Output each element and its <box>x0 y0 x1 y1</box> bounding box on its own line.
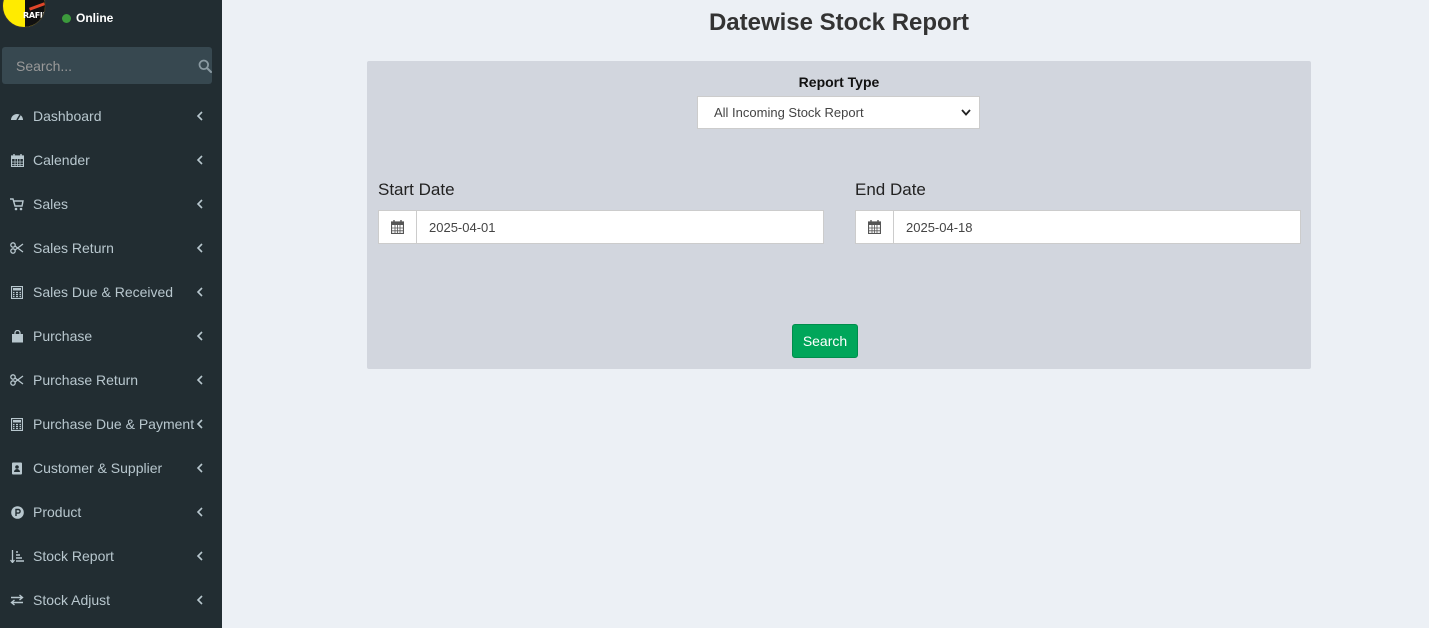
report-filter-panel: Report Type All Incoming Stock Report St… <box>367 61 1311 369</box>
chevron-left-icon <box>196 595 204 605</box>
sidebar-item-label: Sales <box>33 196 69 212</box>
search-icon <box>198 59 212 73</box>
chevron-left-icon <box>196 199 204 209</box>
calculator-icon <box>10 285 24 299</box>
dashboard-icon <box>10 109 24 123</box>
calendar-icon <box>868 220 881 234</box>
status-label: Online <box>76 11 114 25</box>
end-date-label: End Date <box>855 180 926 199</box>
start-date-calendar-addon[interactable] <box>379 211 417 243</box>
start-date-input[interactable] <box>417 211 823 243</box>
online-status-icon <box>62 13 71 23</box>
sidebar-item-label: Sales Due & Received <box>33 284 174 300</box>
shopping-bag-icon <box>10 329 24 343</box>
sidebar: RAFIN Online Dashboard Calender <box>0 0 222 628</box>
report-type-label: Report Type <box>798 74 880 90</box>
calculator-icon <box>10 417 24 431</box>
chevron-left-icon <box>196 419 204 429</box>
sidebar-item-label: Product <box>33 504 82 520</box>
calendar-icon <box>391 220 404 234</box>
scissors-icon <box>10 373 24 387</box>
sidebar-item-sales-due-received[interactable]: Sales Due & Received <box>0 270 222 314</box>
product-p-icon <box>10 505 24 519</box>
avatar[interactable]: RAFIN <box>2 0 46 28</box>
page-title: Datewise Stock Report <box>708 9 970 36</box>
end-date-group <box>855 210 1301 244</box>
sidebar-item-customer-supplier[interactable]: Customer & Supplier <box>0 446 222 490</box>
sidebar-item-sales-return[interactable]: Sales Return <box>0 226 222 270</box>
report-type-selected-value: All Incoming Stock Report <box>714 105 864 120</box>
chevron-left-icon <box>196 111 204 121</box>
user-status: Online <box>62 11 113 25</box>
sidebar-item-stock-adjust[interactable]: Stock Adjust <box>0 578 222 622</box>
sidebar-item-sales[interactable]: Sales <box>0 182 222 226</box>
chevron-down-icon <box>961 109 971 116</box>
sidebar-item-purchase-return[interactable]: Purchase Return <box>0 358 222 402</box>
chevron-left-icon <box>196 551 204 561</box>
start-date-group <box>378 210 824 244</box>
search-button[interactable]: Search <box>792 324 858 358</box>
sidebar-item-label: Customer & Supplier <box>33 460 163 476</box>
sidebar-item-label: Stock Report <box>33 548 114 564</box>
chevron-left-icon <box>196 463 204 473</box>
sidebar-item-stock-report[interactable]: Stock Report <box>0 534 222 578</box>
chevron-left-icon <box>196 331 204 341</box>
sidebar-item-label: Dashboard <box>33 108 102 124</box>
chevron-left-icon <box>196 375 204 385</box>
cart-icon <box>10 197 24 211</box>
start-date-label: Start Date <box>378 180 455 199</box>
sidebar-item-label: Stock Adjust <box>33 592 111 608</box>
sidebar-item-label: Calender <box>33 152 90 168</box>
sidebar-item-label: Purchase Return <box>33 372 139 388</box>
chevron-left-icon <box>196 243 204 253</box>
sidebar-item-calender[interactable]: Calender <box>0 138 222 182</box>
sidebar-menu: Dashboard Calender Sales Sales Return Sa… <box>0 94 222 622</box>
sidebar-item-label: Sales Return <box>33 240 114 256</box>
sidebar-item-dashboard[interactable]: Dashboard <box>0 94 222 138</box>
sidebar-search-button[interactable] <box>197 47 212 84</box>
end-date-input[interactable] <box>894 211 1300 243</box>
sidebar-item-label: Purchase Due & Payment <box>33 416 195 432</box>
address-book-icon <box>10 461 24 475</box>
calendar-icon <box>10 153 24 167</box>
sidebar-item-purchase[interactable]: Purchase <box>0 314 222 358</box>
chevron-left-icon <box>196 507 204 517</box>
sidebar-item-purchase-due-payment[interactable]: Purchase Due & Payment <box>0 402 222 446</box>
sidebar-item-label: Purchase <box>33 328 93 344</box>
report-type-select[interactable]: All Incoming Stock Report <box>697 96 980 129</box>
main-content: Datewise Stock Report Report Type All In… <box>222 0 1429 628</box>
exchange-icon <box>10 593 24 607</box>
end-date-calendar-addon[interactable] <box>856 211 894 243</box>
sort-amount-icon <box>10 549 24 563</box>
sidebar-item-product[interactable]: Product <box>0 490 222 534</box>
scissors-icon <box>10 241 24 255</box>
user-panel: RAFIN Online <box>0 0 222 40</box>
avatar-logo-text: RAFIN <box>23 11 45 20</box>
chevron-left-icon <box>196 155 204 165</box>
sidebar-search-input[interactable] <box>2 47 197 84</box>
sidebar-search-form <box>2 47 212 84</box>
chevron-left-icon <box>196 287 204 297</box>
